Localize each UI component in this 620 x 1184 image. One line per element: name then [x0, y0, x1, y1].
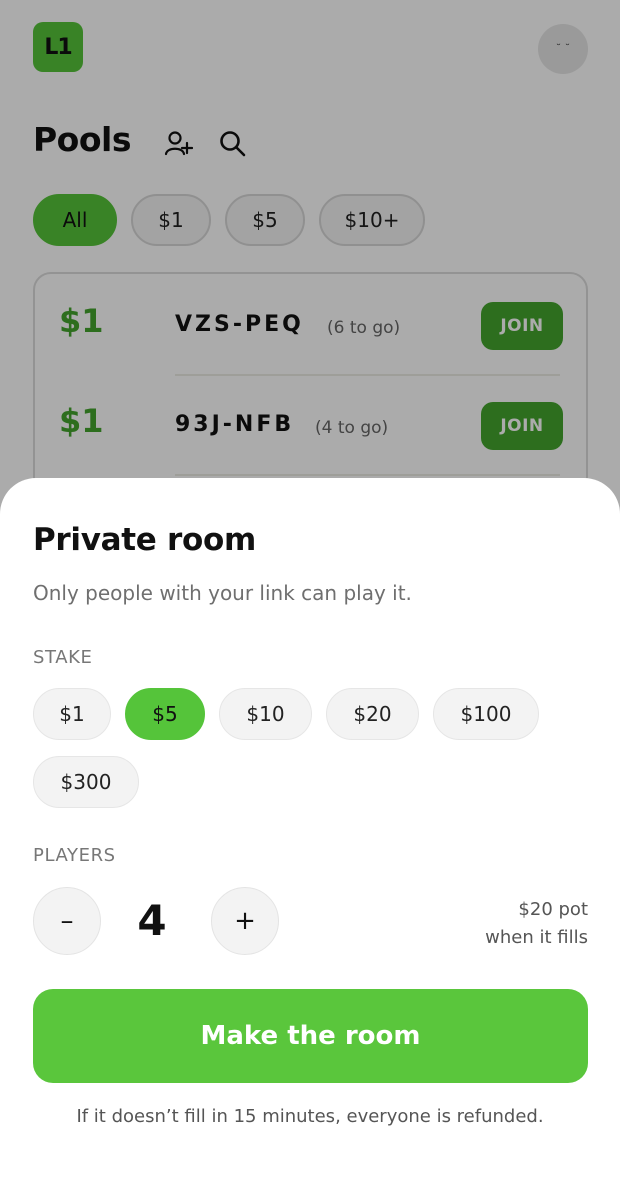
stake-5[interactable]: $5	[125, 688, 205, 740]
private-room-sheet: Private room Only people with your link …	[0, 478, 620, 1184]
make-room-button[interactable]: Make the room	[33, 989, 588, 1083]
pot-caption: when it fills	[485, 927, 588, 948]
pot-amount: $20 pot	[518, 899, 588, 920]
decrement-players-button[interactable]: –	[33, 887, 101, 955]
stake-20[interactable]: $20	[326, 688, 419, 740]
stake-100[interactable]: $100	[433, 688, 539, 740]
increment-players-button[interactable]: +	[211, 887, 279, 955]
stake-1[interactable]: $1	[33, 688, 111, 740]
player-count: 4	[137, 896, 167, 945]
players-label: PLAYERS	[33, 845, 116, 866]
stake-300[interactable]: $300	[33, 756, 139, 808]
stake-10[interactable]: $10	[219, 688, 312, 740]
refund-note: If it doesn’t fill in 15 minutes, everyo…	[76, 1106, 544, 1127]
sheet-title: Private room	[33, 522, 256, 558]
pot-info: $20 pot when it fills	[485, 896, 588, 952]
sheet-subtitle: Only people with your link can play it.	[33, 581, 412, 605]
stake-label: STAKE	[33, 647, 93, 668]
